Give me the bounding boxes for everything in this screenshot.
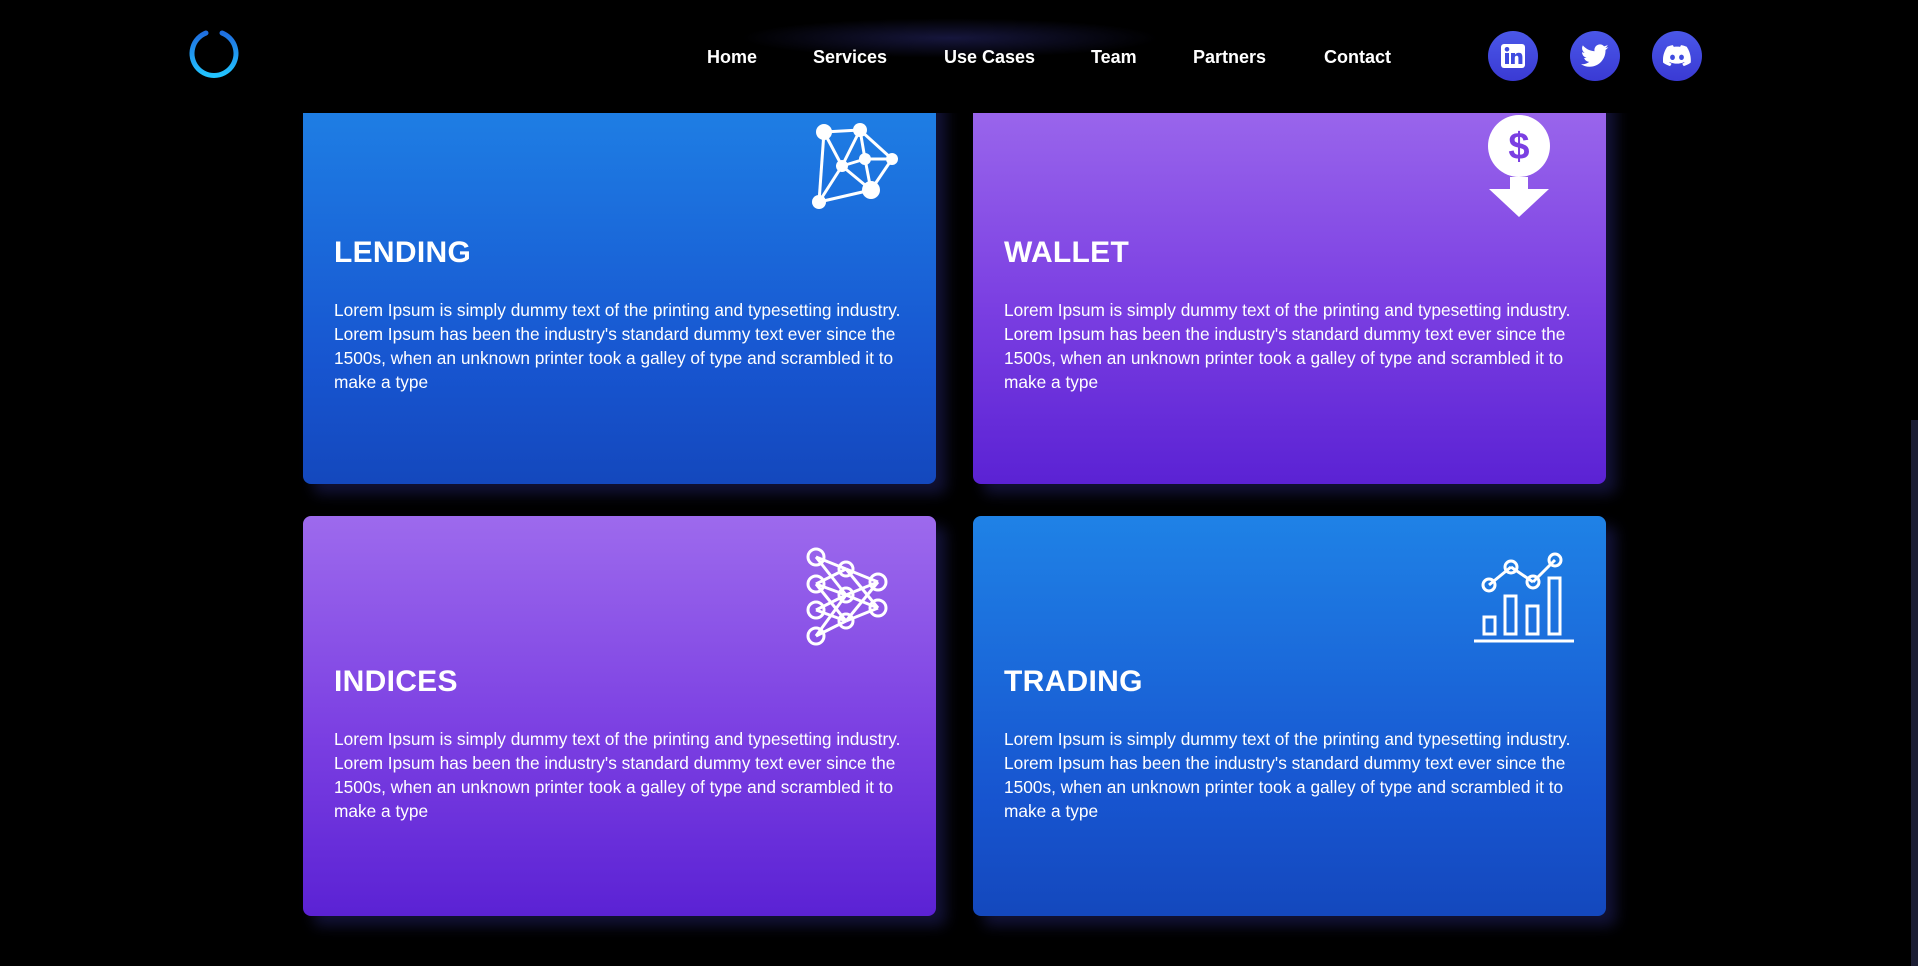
nav-home[interactable]: Home <box>707 44 757 70</box>
nav-services[interactable]: Services <box>813 44 887 70</box>
twitter-icon <box>1581 44 1609 67</box>
neural-network-icon <box>806 547 888 646</box>
card-description: Lorem Ipsum is simply dummy text of the … <box>334 300 901 392</box>
card-trading: TRADING Lorem Ipsum is simply dummy text… <box>973 516 1606 916</box>
network-graph-icon <box>812 123 898 209</box>
dollar-down-icon: $ <box>1488 115 1550 217</box>
nav-use-cases[interactable]: Use Cases <box>944 44 1035 70</box>
card-title: TRADING <box>1004 665 1143 698</box>
card-description: Lorem Ipsum is simply dummy text of the … <box>1004 300 1571 392</box>
card-description: Lorem Ipsum is simply dummy text of the … <box>1004 729 1571 821</box>
site-header: Home Services Use Cases Team Partners Co… <box>0 0 1918 113</box>
twitter-button[interactable] <box>1570 31 1620 81</box>
nav-team[interactable]: Team <box>1091 44 1137 70</box>
svg-text:$: $ <box>1508 126 1529 168</box>
linkedin-icon <box>1501 44 1525 68</box>
card-description: Lorem Ipsum is simply dummy text of the … <box>334 729 901 821</box>
card-wallet: $ WALLET Lorem Ipsum is simply dummy tex… <box>973 87 1606 484</box>
nav-partners[interactable]: Partners <box>1193 44 1266 70</box>
card-title: INDICES <box>334 665 458 698</box>
page-scrollbar[interactable] <box>1911 420 1918 966</box>
nav-contact[interactable]: Contact <box>1324 44 1391 70</box>
card-title: WALLET <box>1004 236 1130 269</box>
card-title: LENDING <box>334 236 472 269</box>
card-lending: LENDING Lorem Ipsum is simply dummy text… <box>303 87 936 484</box>
discord-icon <box>1663 45 1691 67</box>
growth-chart-icon <box>1474 552 1574 643</box>
power-logo-icon[interactable] <box>188 27 240 79</box>
card-indices: INDICES Lorem Ipsum is simply dummy text… <box>303 516 936 916</box>
linkedin-button[interactable] <box>1488 31 1538 81</box>
discord-button[interactable] <box>1652 31 1702 81</box>
